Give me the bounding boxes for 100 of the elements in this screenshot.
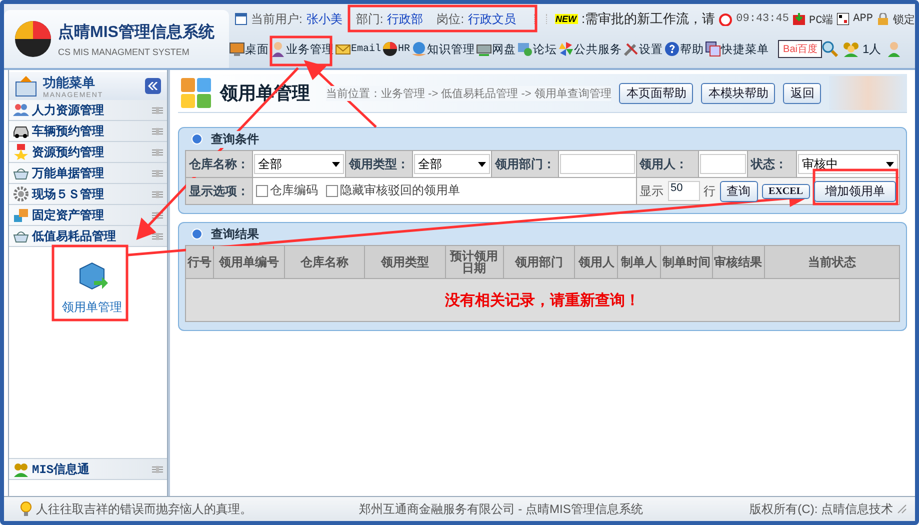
select-field[interactable]: 全部 <box>254 154 344 174</box>
grip-icon <box>534 14 547 24</box>
header-link[interactable]: PC端 <box>808 12 834 26</box>
pinwheel-icon <box>558 41 574 57</box>
toolbar-item[interactable]: HR <box>382 41 410 57</box>
person-icon <box>887 41 902 57</box>
menu-item[interactable]: MIS信息通 <box>9 458 167 480</box>
rows-input[interactable]: 50 <box>668 181 700 201</box>
help-button[interactable]: 本页面帮助 <box>619 82 694 104</box>
menu-title: 功能菜单 <box>43 74 96 92</box>
toolbar-item[interactable]: 帮助 <box>664 41 704 57</box>
new-badge: NEW <box>554 14 578 24</box>
menu-item[interactable]: 低值易耗品管理 <box>9 226 167 247</box>
help-button[interactable]: 本模块帮助 <box>701 82 776 104</box>
select-field[interactable]: 全部 <box>414 154 490 174</box>
monitor-icon <box>229 41 245 57</box>
menu-item[interactable]: 车辆预约管理 <box>9 121 167 142</box>
rows-label: 显示 <box>640 182 664 200</box>
collapse-button[interactable] <box>145 78 161 94</box>
alarm-clock-icon <box>719 12 732 26</box>
field-label: 领用人： <box>636 150 699 178</box>
menu-item[interactable]: 资源预约管理 <box>9 142 167 163</box>
gear-icon <box>13 186 29 202</box>
menu-item[interactable]: 现场５Ｓ管理 <box>9 184 167 205</box>
highlight-box <box>270 36 332 66</box>
people-icon <box>13 102 29 118</box>
app-subtitle: CS MIS MANAGMENT SYSTEM <box>58 46 190 56</box>
windows-icon <box>705 41 722 57</box>
toolbar-item[interactable]: 网盘 <box>476 41 516 57</box>
panel-title: 查询结果 <box>211 226 259 242</box>
dropdown-icon <box>478 162 486 166</box>
person-icon <box>270 41 286 57</box>
bullet-icon <box>191 133 203 145</box>
add-button[interactable]: 增加领用单 <box>814 180 896 202</box>
forum-icon <box>517 41 534 57</box>
pie-icon <box>382 41 398 57</box>
user-label: 当前用户: <box>251 10 302 28</box>
column-header: 领用类型 <box>364 246 446 278</box>
toggle-icon <box>152 466 163 472</box>
tools-icon <box>623 41 640 57</box>
toggle-icon <box>152 128 163 134</box>
search-button[interactable]: 查询 <box>720 180 758 202</box>
export-button[interactable]: EXCEL <box>762 184 810 198</box>
notice-text: :需审批的新工作流，请 <box>582 10 716 28</box>
checkbox[interactable]: 仓库编码 <box>256 182 318 200</box>
users-icon <box>842 41 860 57</box>
input-field[interactable] <box>700 154 746 174</box>
header-link[interactable]: APP <box>853 13 873 25</box>
boxes-icon <box>13 207 29 223</box>
company-text: 郑州互通商金融服务有限公司 - 点晴MIS管理信息系统 <box>358 500 644 518</box>
checkbox[interactable]: 隐藏审核驳回的领用单 <box>326 182 460 200</box>
field-label: 状态： <box>748 150 796 178</box>
submenu-item[interactable]: 领用单管理 <box>62 299 122 316</box>
app-title: 点晴MIS管理信息系统 <box>58 22 214 42</box>
copyright-text: 版权所有(C): 点晴信息技术 <box>750 500 893 518</box>
position-label: 岗位: <box>436 10 464 28</box>
toolbar-item[interactable]: 知识管理 <box>411 41 476 57</box>
toolbar-item[interactable]: 设置 <box>623 41 664 57</box>
column-header: 仓库名称 <box>284 246 365 278</box>
field-label: 仓库名称： <box>186 150 252 178</box>
panel-title: 查询条件 <box>211 130 259 148</box>
department-label: 部门: <box>356 10 384 28</box>
department-value: 行政部 <box>387 10 424 28</box>
menu-item[interactable]: 固定资产管理 <box>9 205 167 226</box>
toolbar-item[interactable]: 公共服务 <box>558 41 622 57</box>
empty-message: 没有相关记录，请重新查询！ <box>186 278 900 322</box>
column-header: 制单时间 <box>660 246 712 278</box>
menu-item[interactable]: 万能单据管理 <box>9 163 167 184</box>
column-header: 审核结果 <box>712 246 764 278</box>
search-icon[interactable] <box>822 41 838 57</box>
download-icon <box>792 13 805 25</box>
toggle-icon <box>152 170 163 176</box>
clock-time: 09:43:45 <box>736 13 789 25</box>
column-header: 预计领用日期 <box>445 246 504 278</box>
toggle-icon <box>152 232 163 240</box>
column-header: 领用人 <box>574 246 618 278</box>
double-chevron-icon <box>148 82 158 90</box>
toolbar-item[interactable]: 快捷菜单 <box>705 41 770 57</box>
search-logo: Bai百度 <box>778 40 822 58</box>
toolbar-item[interactable]: Email <box>335 41 382 57</box>
column-header: 领用单编号 <box>213 246 284 278</box>
medal-icon <box>13 144 29 160</box>
rows-label: 行 <box>704 182 716 200</box>
people-icon <box>13 461 29 477</box>
field-label: 显示选项： <box>186 178 252 204</box>
column-header: 行号 <box>186 246 213 278</box>
column-header: 领用部门 <box>503 246 575 278</box>
lightbulb-icon <box>20 501 32 517</box>
help-button[interactable]: 返回 <box>783 82 822 104</box>
input-field[interactable] <box>560 154 635 174</box>
globe-icon <box>411 41 428 57</box>
window-icon <box>180 77 212 109</box>
toolbar-item[interactable]: 论坛 <box>517 41 558 57</box>
logo-icon <box>14 20 52 58</box>
dropdown-icon <box>886 162 894 166</box>
toolbar-item[interactable]: 桌面 <box>229 41 269 57</box>
menu-item[interactable]: 人力资源管理 <box>9 100 167 121</box>
header-link[interactable]: 锁定 <box>892 12 915 26</box>
bullet-icon <box>191 228 203 240</box>
user-value: 张小美 <box>306 10 342 28</box>
